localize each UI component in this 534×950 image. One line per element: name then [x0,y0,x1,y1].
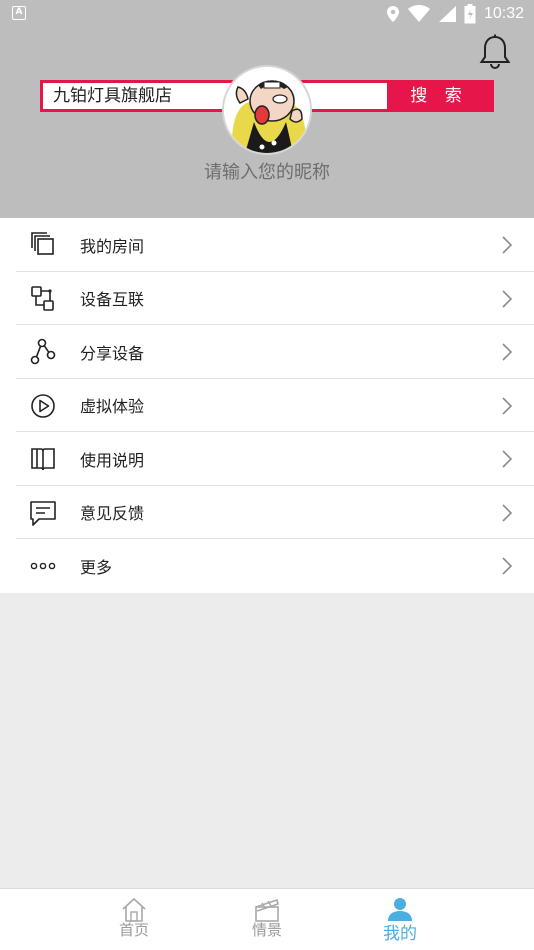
profile-header: 九铂灯具旗舰店 搜 索 请输入您的昵称 [0,28,534,218]
menu-item-label: 使用说明 [80,450,145,470]
rooms-icon [31,232,54,255]
avatar-cartoon-image [224,67,310,153]
menu-item-label: 分享设备 [80,343,145,363]
menu-item-label: 更多 [80,557,113,577]
play-icon [31,393,55,418]
tab-label: 我的 [383,924,417,944]
menu-item-label: 意见反馈 [80,504,145,524]
location-icon [386,6,399,22]
feedback-icon [30,500,56,526]
tab-home[interactable]: 首页 [94,889,174,950]
avatar[interactable] [222,65,312,155]
tab-label: 情景 [251,921,282,939]
menu-item-more[interactable]: 更多 [0,539,534,593]
chevron-right-icon [502,289,513,308]
status-bar: A 10:32 [0,0,534,28]
menu-item-feedback[interactable]: 意见反馈 [0,486,534,540]
menu-item-device-link[interactable]: 设备互联 [0,272,534,326]
clock: 10:32 [483,5,524,22]
signal-icon [438,6,456,22]
tab-scene[interactable]: 情景 [227,889,307,950]
device-link-icon [31,285,54,311]
settings-menu: 我的房间 设备互联 分享设备 虚拟体验 使用说明 意见反馈 更多 [0,218,534,593]
menu-item-label: 我的房间 [80,236,145,256]
chevron-right-icon [502,396,513,415]
status-icons: 10:32 [386,2,524,26]
share-icon [30,338,56,365]
menu-item-my-rooms[interactable]: 我的房间 [0,218,534,272]
menu-item-label: 设备互联 [80,290,145,310]
wifi-icon [407,5,430,22]
tab-profile[interactable]: 我的 [360,889,440,950]
menu-item-user-manual[interactable]: 使用说明 [0,432,534,486]
chevron-right-icon [502,343,513,361]
store-search-input[interactable]: 九铂灯具旗舰店 [43,83,387,109]
a-notification-icon: A [12,6,26,20]
chevron-right-icon [502,557,513,575]
bottom-tab-bar: 首页 情景 我的 [0,888,534,950]
more-icon [30,562,56,570]
chevron-right-icon [502,450,513,468]
chevron-right-icon [502,236,513,254]
search-button[interactable]: 搜 索 [387,83,491,109]
battery-icon [464,4,476,24]
nickname-prompt[interactable]: 请输入您的昵称 [0,158,534,184]
menu-item-virtual-experience[interactable]: 虚拟体验 [0,379,534,433]
tab-label: 首页 [118,921,149,939]
manual-icon [31,448,55,471]
menu-item-share-device[interactable]: 分享设备 [0,325,534,379]
menu-item-label: 虚拟体验 [80,397,145,417]
chevron-right-icon [502,503,513,522]
bell-icon[interactable] [478,34,512,70]
